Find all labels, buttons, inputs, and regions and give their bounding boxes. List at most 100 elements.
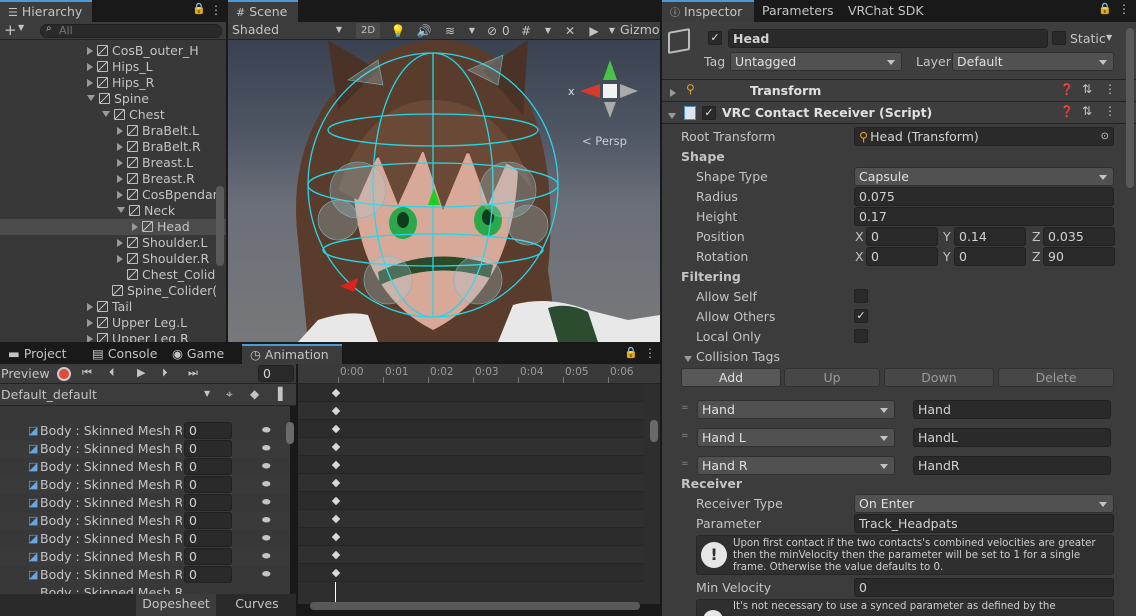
- collapsed-arrow-icon[interactable]: [87, 47, 93, 55]
- hierarchy-item[interactable]: Head: [0, 219, 226, 235]
- move-up-button[interactable]: Up: [784, 368, 880, 387]
- static-checkbox[interactable]: [1052, 31, 1066, 45]
- collapsed-arrow-icon[interactable]: [87, 303, 93, 311]
- collapsed-arrow-icon[interactable]: [117, 255, 123, 263]
- preview-toggle[interactable]: Preview: [1, 366, 50, 381]
- clip-dropdown[interactable]: Default_default: [1, 387, 97, 402]
- hierarchy-search-field[interactable]: ⌕ All: [40, 23, 222, 38]
- collapsed-arrow-icon[interactable]: [87, 63, 93, 71]
- static-dropdown-icon[interactable]: ▼: [1106, 33, 1112, 42]
- gizmos-button[interactable]: Gizmos: [620, 22, 660, 40]
- position-z-field[interactable]: 0.035: [1043, 227, 1115, 246]
- persp-label[interactable]: < Persp: [582, 134, 627, 148]
- add-keyframe-icon[interactable]: ◆: [250, 387, 259, 401]
- camera-dropdown-icon[interactable]: ▼: [602, 22, 622, 40]
- effects-dropdown-icon[interactable]: ▼: [462, 22, 482, 40]
- object-picker-icon[interactable]: ⊙: [1101, 128, 1109, 145]
- shading-mode-dropdown[interactable]: Shaded ▼: [228, 22, 346, 40]
- hierarchy-item[interactable]: Spine_Colider(: [0, 283, 226, 299]
- property-value-field[interactable]: 0: [184, 566, 232, 583]
- radius-field[interactable]: 0.075: [854, 187, 1114, 206]
- property-options-icon[interactable]: ⬬: [262, 440, 271, 458]
- object-active-checkbox[interactable]: ✓: [708, 31, 722, 45]
- move-down-button[interactable]: Down: [884, 368, 994, 387]
- collision-tag-value-field[interactable]: HandL: [913, 428, 1111, 447]
- hierarchy-scrollbar[interactable]: [216, 186, 224, 266]
- collision-tag-type-dropdown[interactable]: Hand L: [697, 428, 895, 447]
- property-options-icon[interactable]: ⬬: [262, 494, 271, 512]
- rotation-x-field[interactable]: 0: [866, 247, 938, 266]
- property-value-field[interactable]: 0: [184, 530, 232, 547]
- tab-console[interactable]: ▤ Console: [84, 344, 168, 364]
- clip-dropdown-arrow-icon[interactable]: ▼: [204, 389, 210, 398]
- min-velocity-field[interactable]: 0: [854, 578, 1114, 597]
- property-value-field[interactable]: 0: [184, 512, 232, 529]
- hierarchy-item[interactable]: Spine: [0, 91, 226, 107]
- property-value-field[interactable]: 0: [184, 440, 232, 457]
- expanded-arrow-icon[interactable]: [87, 95, 95, 101]
- hierarchy-item[interactable]: Hips_R: [0, 75, 226, 91]
- property-options-icon[interactable]: ⬬: [262, 422, 271, 440]
- hierarchy-item[interactable]: BraBelt.L: [0, 123, 226, 139]
- inspector-scrollbar[interactable]: [1126, 28, 1134, 188]
- lock-icon[interactable]: 🔒: [624, 346, 638, 359]
- rotation-z-field[interactable]: 90: [1043, 247, 1115, 266]
- drag-handle-icon[interactable]: =: [681, 431, 689, 441]
- tab-game[interactable]: ◉ Game: [164, 344, 244, 364]
- collision-tag-type-dropdown[interactable]: Hand R: [697, 456, 895, 475]
- position-x-field[interactable]: 0: [866, 227, 938, 246]
- collision-tag-value-field[interactable]: HandR: [913, 456, 1111, 475]
- animated-property-row[interactable]: ◪ Body : Skinned Mesh Rer 0 ⬬: [0, 566, 290, 584]
- animated-property-row[interactable]: ◪ Body : Skinned Mesh Rer 0 ⬬: [0, 422, 290, 440]
- hierarchy-item[interactable]: BraBelt.R: [0, 139, 226, 155]
- collapsed-arrow-icon[interactable]: [117, 191, 123, 199]
- drag-handle-icon[interactable]: =: [681, 403, 689, 413]
- hierarchy-item[interactable]: Shoulder.L: [0, 235, 226, 251]
- record-button[interactable]: [57, 367, 71, 381]
- height-field[interactable]: 0.17: [854, 207, 1114, 226]
- drag-handle-icon[interactable]: =: [681, 459, 689, 469]
- help-icon[interactable]: ❓: [1060, 83, 1074, 96]
- scene-viewport[interactable]: x < Persp: [228, 40, 660, 342]
- tab-dopesheet[interactable]: Dopesheet: [136, 594, 216, 616]
- prev-keyframe-button[interactable]: ⏴: [109, 366, 115, 380]
- effects-icon[interactable]: ≋: [440, 22, 460, 40]
- collapsed-arrow-icon[interactable]: [132, 223, 138, 231]
- timeline-area[interactable]: [298, 384, 660, 604]
- property-options-icon[interactable]: ⬬: [262, 566, 271, 584]
- object-name-field[interactable]: Head: [728, 29, 1048, 48]
- tools-icon[interactable]: ✕: [560, 22, 580, 40]
- animated-property-row[interactable]: ◪ Body : Skinned Mesh Rer 0 ⬬: [0, 548, 290, 566]
- delete-tag-button[interactable]: Delete: [998, 368, 1114, 387]
- property-options-icon[interactable]: ⬬: [262, 512, 271, 530]
- add-tag-button[interactable]: Add: [681, 368, 781, 387]
- rotation-y-field[interactable]: 0: [954, 247, 1026, 266]
- camera-icon[interactable]: ▶: [584, 22, 604, 40]
- property-scrollbar[interactable]: [286, 422, 294, 444]
- transform-header[interactable]: ⚲ Transform ❓ ⇅ ⋮: [662, 80, 1136, 102]
- tab-hierarchy[interactable]: ☰ Hierarchy: [0, 0, 92, 22]
- hierarchy-item[interactable]: Neck: [0, 203, 226, 219]
- collision-tag-type-dropdown[interactable]: Hand: [697, 400, 895, 419]
- grid-icon[interactable]: #: [516, 22, 536, 40]
- hierarchy-item[interactable]: Upper Leg.R: [0, 331, 226, 342]
- collapsed-arrow-icon[interactable]: [87, 319, 93, 327]
- animated-property-row[interactable]: ◪ Body : Skinned Mesh Rer 0 ⬬: [0, 458, 290, 476]
- collapsed-arrow-icon[interactable]: [87, 79, 93, 87]
- position-y-field[interactable]: 0.14: [954, 227, 1026, 246]
- hierarchy-item[interactable]: Upper Leg.L: [0, 315, 226, 331]
- frame-field[interactable]: 0: [258, 365, 294, 382]
- tag-dropdown[interactable]: Untagged: [730, 52, 902, 71]
- help-icon[interactable]: ❓: [1060, 105, 1074, 118]
- position-x-label[interactable]: X: [855, 229, 864, 244]
- collision-tags-arrow-icon[interactable]: [684, 353, 696, 367]
- collapsed-arrow-icon[interactable]: [117, 127, 123, 135]
- expanded-arrow-icon[interactable]: [117, 207, 125, 213]
- local-only-checkbox[interactable]: [854, 329, 868, 343]
- property-options-icon[interactable]: ⬬: [262, 548, 271, 566]
- animated-property-row[interactable]: ◪ Body : Skinned Mesh Rer 0 ⬬: [0, 512, 290, 530]
- tab-curves[interactable]: Curves: [222, 594, 292, 616]
- animated-property-row[interactable]: ◪ Body : Skinned Mesh Rer 0 ⬬: [0, 440, 290, 458]
- rotation-y-label[interactable]: Y: [943, 249, 951, 264]
- property-value-field[interactable]: 0: [184, 422, 232, 439]
